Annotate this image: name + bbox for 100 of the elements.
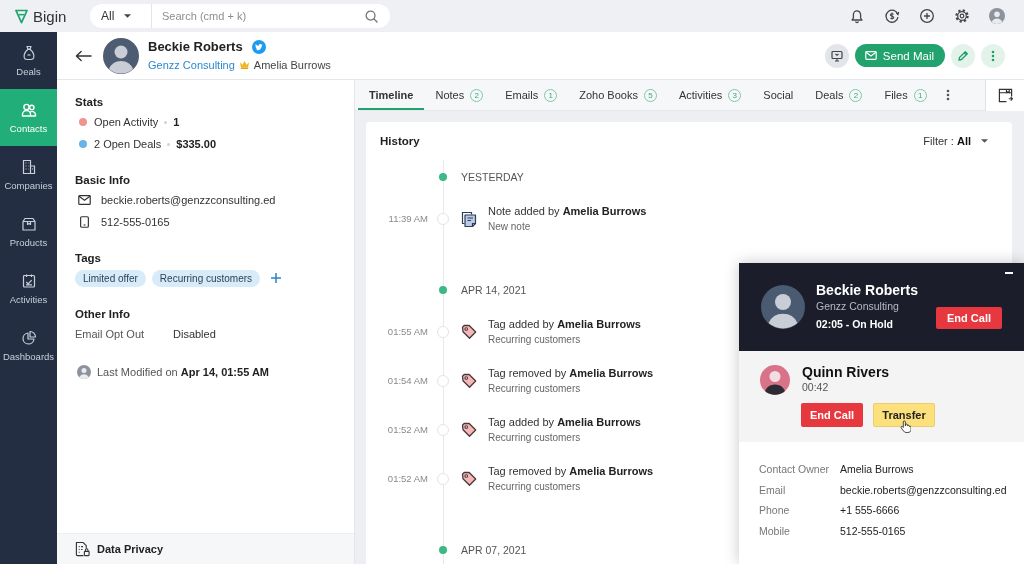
section-title: Basic Info (75, 173, 131, 188)
contact-name: Beckie Roberts (148, 39, 243, 54)
timeline-node-icon (437, 374, 449, 387)
tab[interactable]: Activities 3 (667, 80, 753, 110)
search-icon[interactable] (365, 9, 378, 23)
date-heading: APR 14, 2021 (461, 284, 527, 296)
timeline-dot-icon (439, 173, 447, 181)
last-modified-text: Last Modified on Apr 14, 01:55 AM (97, 366, 270, 378)
sidebar-item[interactable]: Activities (0, 260, 57, 317)
entry-title: Tag added by Amelia Burrows (488, 414, 641, 430)
field-label: Email (759, 483, 787, 496)
tag-icon (461, 470, 477, 487)
field-label: Contact Owner (759, 463, 831, 476)
tab[interactable]: Social (752, 80, 805, 110)
minimize-button[interactable] (1005, 271, 1014, 275)
avatar-icon (77, 365, 91, 379)
sidebar-item[interactable]: Deals (0, 32, 57, 89)
sidebar-item[interactable]: Dashboards (0, 317, 57, 374)
timeline-node-icon (437, 472, 449, 485)
tag-chip[interactable]: Limited offer (75, 269, 146, 287)
field-label: Email Opt Out (75, 328, 146, 340)
more-icon (945, 89, 950, 101)
stat-value: $335.00 (176, 138, 217, 150)
caller-name: Beckie Roberts (816, 281, 918, 299)
entry-time: 01:52 AM (386, 473, 428, 484)
timeline-node-icon (437, 325, 449, 338)
monitor-icon (830, 49, 843, 62)
call-status: 02:05 - On Hold (816, 317, 894, 332)
people-icon (20, 101, 37, 118)
tag-icon (461, 323, 477, 340)
call-action-button[interactable]: End Call (801, 403, 863, 427)
currency-icon[interactable] (884, 8, 900, 24)
timeline-dot-icon (439, 546, 447, 554)
app-name: Bigin (33, 7, 67, 25)
stat-label: Open Activity (94, 116, 159, 128)
entry-title: Note added by Amelia Burrows (488, 203, 647, 219)
tag-icon (461, 421, 477, 438)
field-value: 512-555-0165 (840, 524, 906, 537)
layout-icon (997, 88, 1013, 103)
panel-button[interactable] (985, 80, 1024, 111)
field-label: Mobile (759, 524, 791, 537)
entry-time: 11:39 AM (387, 213, 428, 224)
separator-dot-icon (167, 142, 171, 146)
field-value: Amelia Burrows (840, 463, 914, 476)
tab[interactable]: Timeline (358, 80, 425, 110)
bird-icon[interactable] (251, 39, 266, 54)
search-field[interactable]: All Search (cmd + k) (90, 4, 390, 28)
avatar-icon[interactable] (989, 8, 1005, 24)
entry-title: Tag removed by Amelia Burrows (488, 365, 654, 381)
tab[interactable]: Notes 2 (424, 80, 495, 110)
date-heading: YESTERDAY (461, 171, 524, 183)
search-scope-dropdown[interactable]: All (90, 4, 152, 28)
edit-button[interactable] (951, 43, 975, 68)
crown-icon (238, 60, 250, 69)
tag-chip[interactable]: Recurring customers (151, 269, 261, 287)
filter-dropdown[interactable]: Filter : All (923, 135, 988, 147)
monitor-button[interactable] (824, 43, 849, 68)
email-text: beckie.roberts@genzzconsulting.ed (101, 194, 276, 206)
minimize-icon (1005, 272, 1013, 274)
field-label: Phone (759, 504, 791, 517)
money-bag-icon (20, 44, 37, 61)
timeline-node-icon (437, 212, 449, 225)
field-value: Disabled (173, 328, 216, 340)
tag-icon (461, 372, 477, 389)
entry-detail: Recurring customers (488, 479, 582, 494)
sidebar-item[interactable]: Companies (0, 146, 57, 203)
tab[interactable]: Zoho Books 5 (568, 80, 668, 110)
entry-detail: New note (488, 219, 532, 234)
add-icon[interactable] (919, 8, 935, 24)
settings-icon[interactable] (954, 8, 970, 24)
bell-icon[interactable] (849, 8, 865, 24)
checklist-icon (20, 272, 37, 289)
avatar-icon (760, 365, 790, 395)
call-action-button[interactable]: Transfer (873, 403, 935, 427)
stat-label: 2 Open Deals (94, 138, 162, 150)
data-privacy-bar[interactable]: Data Privacy (57, 533, 354, 564)
entry-detail: Recurring customers (488, 332, 582, 347)
tab[interactable]: Emails 1 (494, 80, 569, 110)
tab[interactable]: Deals 2 (804, 80, 874, 110)
stat-value: 1 (173, 116, 180, 128)
entry-time: 01:55 AM (386, 326, 428, 337)
end-call-button[interactable]: End Call (936, 307, 1002, 329)
company-link[interactable]: Genzz Consulting (148, 58, 235, 71)
caller-company: Genzz Consulting (816, 299, 900, 313)
tab[interactable]: Files 1 (873, 80, 938, 110)
card-title: History (380, 135, 420, 147)
building-icon (20, 158, 37, 175)
entry-time: 01:52 AM (386, 424, 428, 435)
timeline-node-icon (437, 423, 449, 436)
add-tag-button[interactable] (269, 271, 284, 285)
mail-icon (78, 195, 91, 205)
plus-icon (271, 273, 282, 283)
entry-time: 01:54 AM (386, 375, 428, 386)
mobile-phone-icon (80, 216, 89, 228)
document-lock-icon (75, 541, 90, 557)
timeline-dot-icon (439, 286, 447, 294)
entry-detail: Recurring customers (488, 381, 582, 396)
sidebar-item[interactable]: Products (0, 203, 57, 260)
avatar-icon (761, 285, 805, 329)
back-arrow-icon[interactable] (75, 49, 92, 62)
